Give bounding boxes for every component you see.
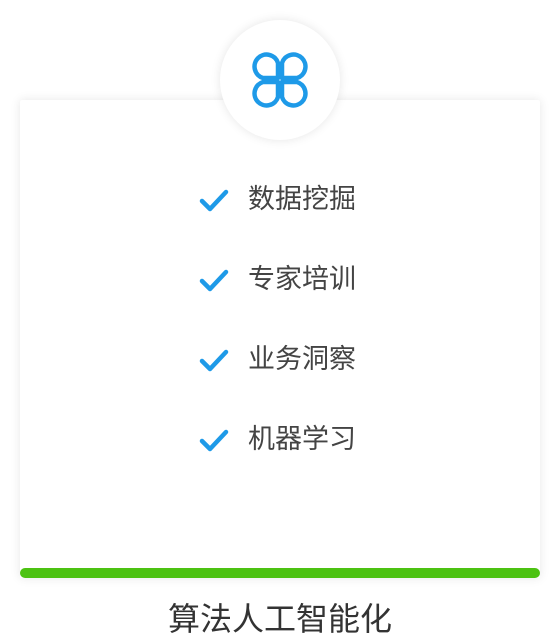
check-icon bbox=[199, 429, 229, 452]
feature-item: 专家培训 bbox=[0, 260, 560, 300]
feature-item: 数据挖掘 bbox=[0, 180, 560, 220]
feature-label: 业务洞察 bbox=[248, 344, 356, 375]
check-icon bbox=[199, 349, 229, 372]
feature-label: 专家培训 bbox=[248, 264, 356, 295]
feature-label: 机器学习 bbox=[248, 424, 356, 455]
check-icon bbox=[199, 189, 229, 212]
pricing-card-page: 数据挖掘 专家培训 业务洞察 机器学习 算法人工智能化 bbox=[0, 0, 560, 640]
feature-list: 数据挖掘 专家培训 业务洞察 机器学习 bbox=[0, 180, 560, 500]
plan-caption: 算法人工智能化 bbox=[167, 600, 392, 638]
feature-item: 业务洞察 bbox=[0, 340, 560, 380]
check-icon bbox=[199, 269, 229, 292]
clover-icon bbox=[252, 52, 308, 108]
feature-label: 数据挖掘 bbox=[248, 184, 356, 215]
accent-bar bbox=[20, 568, 540, 578]
badge-circle bbox=[220, 20, 340, 140]
feature-item: 机器学习 bbox=[0, 420, 560, 460]
